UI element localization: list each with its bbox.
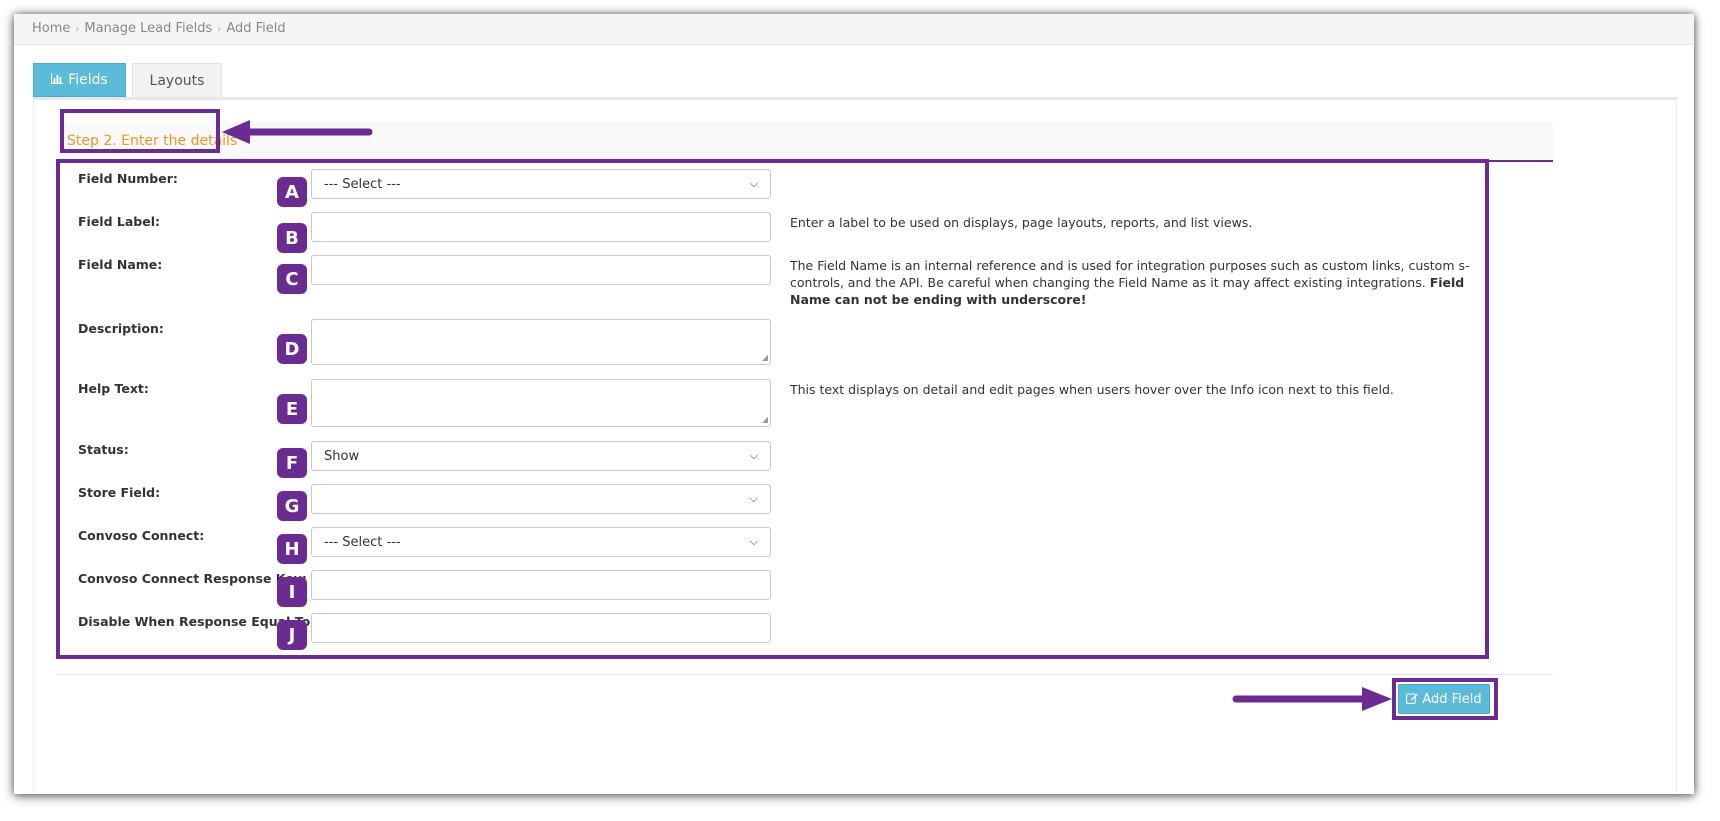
disable-when-input[interactable] [311,613,771,643]
field-number-value: --- Select --- [324,176,401,192]
badge-a: A [277,177,307,207]
convoso-connect-select[interactable]: --- Select --- ⌵ [311,527,771,557]
add-field-button[interactable]: Add Field [1398,684,1490,714]
chevron-down-icon: ⌵ [749,492,758,505]
response-key-input[interactable] [311,570,771,600]
badge-g: G [277,491,307,521]
field-name-label: Field Name: [78,257,163,272]
breadcrumb-manage-lead-fields[interactable]: Manage Lead Fields [84,21,212,36]
tab-fields-label: Fields [68,72,108,88]
bar-chart-icon [51,72,64,88]
badge-f: F [277,448,307,478]
convoso-connect-label: Convoso Connect: [78,528,205,543]
field-number-select[interactable]: --- Select --- ⌵ [311,169,771,199]
tab-fields[interactable]: Fields [33,63,126,97]
chevron-right-icon: › [217,24,222,35]
breadcrumb: Home › Manage Lead Fields › Add Field [14,14,1694,45]
field-number-label: Field Number: [78,171,178,186]
add-field-arrow-icon [1232,687,1392,711]
field-label-help: Enter a label to be used on displays, pa… [790,215,1253,230]
chevron-down-icon: ⌵ [749,177,758,190]
description-textarea[interactable]: ◢ [311,319,771,365]
badge-d: D [277,334,307,364]
step-highlight-box [60,109,220,153]
chevron-right-icon: › [75,24,80,35]
badge-e: E [277,394,307,424]
store-field-select[interactable]: ⌵ [311,484,771,514]
resize-handle-icon[interactable]: ◢ [762,416,768,424]
tab-layouts-label: Layouts [149,72,205,89]
status-label: Status: [78,442,129,457]
store-field-label: Store Field: [78,485,161,500]
help-text-help: This text displays on detail and edit pa… [790,382,1394,397]
field-label-input[interactable] [311,212,771,242]
badge-j: J [277,620,307,650]
app-window: Home › Manage Lead Fields › Add Field Fields… [14,14,1694,794]
description-label: Description: [78,321,164,336]
breadcrumb-home[interactable]: Home [32,21,70,36]
badge-b: B [277,223,307,253]
badge-c: C [277,264,307,294]
resize-handle-icon[interactable]: ◢ [762,354,768,362]
footer-divider [57,674,1553,675]
edit-icon [1406,692,1418,707]
response-key-label: Convoso Connect Response Key: [78,571,307,586]
status-value: Show [324,448,360,464]
status-select[interactable]: Show ⌵ [311,441,771,471]
field-label-label: Field Label: [78,214,160,229]
convoso-connect-value: --- Select --- [324,534,401,550]
badge-h: H [277,534,307,564]
add-field-button-label: Add Field [1422,691,1482,707]
tab-layouts[interactable]: Layouts [132,63,222,97]
field-name-input[interactable] [311,255,771,285]
field-name-help-text: The Field Name is an internal reference … [790,258,1470,290]
step-arrow-icon [222,120,373,144]
chevron-down-icon: ⌵ [749,535,758,548]
breadcrumb-add-field: Add Field [226,21,286,36]
chevron-down-icon: ⌵ [749,449,758,462]
help-text-textarea[interactable]: ◢ [311,379,771,427]
field-name-help: The Field Name is an internal reference … [790,257,1490,308]
help-text-label: Help Text: [78,381,149,396]
badge-i: I [277,577,307,607]
